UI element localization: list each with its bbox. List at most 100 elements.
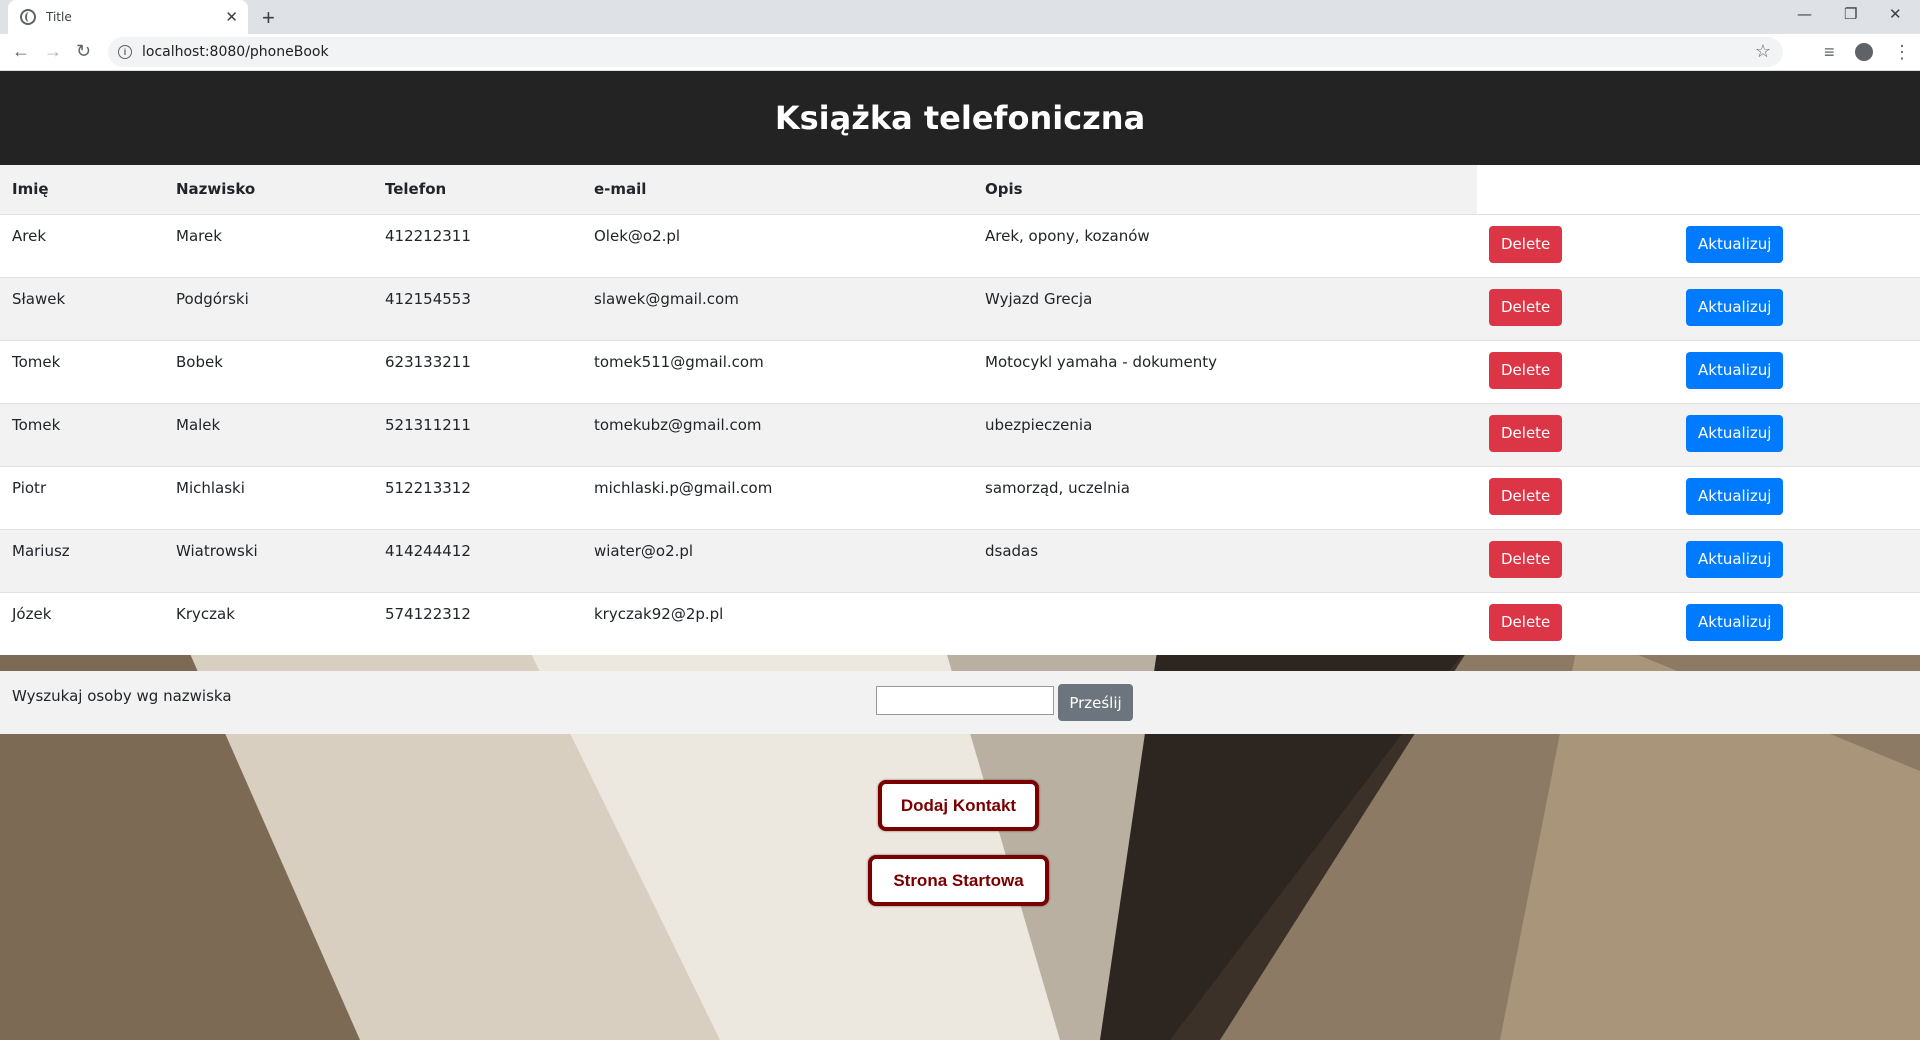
column-header-email: e-mail: [582, 165, 973, 215]
update-cell: Aktualizuj: [1674, 528, 1920, 592]
url-text: localhost:8080/phoneBook: [142, 44, 329, 60]
table-row: Arek Marek 412212311 Olek@o2.pl Arek, opony,…: [0, 213, 1920, 277]
tab-title: Title: [46, 10, 72, 24]
search-bar: Wyszukaj osoby wg nazwiska Prześlij: [0, 671, 1920, 734]
delete-cell: Delete: [1477, 528, 1674, 592]
delete-button[interactable]: Delete: [1489, 603, 1563, 641]
back-icon[interactable]: ←: [12, 41, 30, 62]
delete-button[interactable]: Delete: [1489, 540, 1563, 578]
search-input[interactable]: [876, 686, 1054, 715]
description-cell: samorząd, uczelnia: [973, 465, 1477, 529]
profile-icon[interactable]: [1855, 43, 1873, 61]
update-cell: Aktualizuj: [1674, 591, 1920, 655]
column-header-blank: [1674, 165, 1920, 215]
last-name-cell: Podgórski: [164, 276, 373, 340]
contacts-table: Imię Nazwisko Telefon e-mail Opis Arek Ma…: [0, 165, 1920, 655]
update-cell: Aktualizuj: [1674, 339, 1920, 403]
table-row: Tomek Bobek 623133211 tomek511@gmail.com Mot…: [0, 339, 1920, 403]
page: Książka telefoniczna Imię Nazwisko Telef…: [0, 71, 1920, 1040]
delete-button[interactable]: Delete: [1489, 225, 1563, 263]
delete-cell: Delete: [1477, 465, 1674, 529]
phone-cell: 412154553: [373, 276, 582, 340]
description-cell: [973, 591, 1477, 655]
update-button[interactable]: Aktualizuj: [1686, 540, 1784, 578]
reload-icon[interactable]: ↻: [76, 41, 91, 62]
page-header: Książka telefoniczna: [0, 71, 1920, 165]
table-header-row: Imię Nazwisko Telefon e-mail Opis: [0, 165, 1920, 215]
email-cell: kryczak92@2p.pl: [582, 591, 973, 655]
delete-button[interactable]: Delete: [1489, 288, 1563, 326]
column-header-description: Opis: [973, 165, 1477, 215]
close-tab-icon[interactable]: ✕: [225, 8, 238, 26]
browser-tab[interactable]: Title ✕: [8, 0, 248, 34]
update-button[interactable]: Aktualizuj: [1686, 414, 1784, 452]
table-row: Józek Kryczak 574122312 kryczak92@2p.pl Dele…: [0, 591, 1920, 655]
email-cell: slawek@gmail.com: [582, 276, 973, 340]
new-tab-icon[interactable]: +: [262, 5, 275, 31]
email-cell: wiater@o2.pl: [582, 528, 973, 592]
submit-search-button[interactable]: Prześlij: [1058, 684, 1133, 721]
first-name-cell: Józek: [0, 591, 164, 655]
update-cell: Aktualizuj: [1674, 213, 1920, 277]
phone-cell: 412212311: [373, 213, 582, 277]
table-row: Piotr Michlaski 512213312 michlaski.p@gmail…: [0, 465, 1920, 529]
address-bar[interactable]: i localhost:8080/phoneBook ☆: [108, 37, 1783, 67]
email-cell: tomek511@gmail.com: [582, 339, 973, 403]
last-name-cell: Wiatrowski: [164, 528, 373, 592]
email-cell: tomekubz@gmail.com: [582, 402, 973, 466]
first-name-cell: Arek: [0, 213, 164, 277]
update-cell: Aktualizuj: [1674, 402, 1920, 466]
description-cell: Arek, opony, kozanów: [973, 213, 1477, 277]
last-name-cell: Michlaski: [164, 465, 373, 529]
update-cell: Aktualizuj: [1674, 276, 1920, 340]
first-name-cell: Tomek: [0, 339, 164, 403]
column-header-blank: [1477, 165, 1674, 215]
description-cell: ubezpieczenia: [973, 402, 1477, 466]
phone-cell: 512213312: [373, 465, 582, 529]
update-button[interactable]: Aktualizuj: [1686, 351, 1784, 389]
update-button[interactable]: Aktualizuj: [1686, 477, 1784, 515]
description-cell: Motocykl yamaha - dokumenty: [973, 339, 1477, 403]
delete-cell: Delete: [1477, 213, 1674, 277]
tab-strip: Title ✕ + — ❐ ✕: [0, 0, 1920, 34]
search-label: Wyszukaj osoby wg nazwiska: [12, 687, 232, 705]
phone-cell: 414244412: [373, 528, 582, 592]
first-name-cell: Piotr: [0, 465, 164, 529]
restore-icon[interactable]: ❐: [1844, 5, 1857, 23]
globe-icon: [20, 9, 36, 25]
delete-cell: Delete: [1477, 591, 1674, 655]
description-cell: dsadas: [973, 528, 1477, 592]
info-icon[interactable]: i: [118, 45, 132, 59]
first-name-cell: Sławek: [0, 276, 164, 340]
delete-button[interactable]: Delete: [1489, 414, 1563, 452]
delete-button[interactable]: Delete: [1489, 477, 1563, 515]
last-name-cell: Marek: [164, 213, 373, 277]
minimize-icon[interactable]: —: [1797, 5, 1812, 23]
last-name-cell: Malek: [164, 402, 373, 466]
table-row: Mariusz Wiatrowski 414244412 wiater@o2.pl ds…: [0, 528, 1920, 592]
delete-cell: Delete: [1477, 276, 1674, 340]
menu-icon[interactable]: ⋮: [1893, 42, 1911, 63]
delete-button[interactable]: Delete: [1489, 351, 1563, 389]
reading-list-icon[interactable]: ≡: [1824, 42, 1835, 63]
update-button[interactable]: Aktualizuj: [1686, 225, 1784, 263]
page-title: Książka telefoniczna: [774, 99, 1146, 137]
update-button[interactable]: Aktualizuj: [1686, 603, 1784, 641]
home-page-button[interactable]: Strona Startowa: [868, 855, 1049, 906]
close-window-icon[interactable]: ✕: [1889, 5, 1902, 23]
email-cell: Olek@o2.pl: [582, 213, 973, 277]
phone-cell: 521311211: [373, 402, 582, 466]
browser-toolbar: ← → ↻ i localhost:8080/phoneBook ☆ ≡ ⋮: [0, 34, 1920, 71]
update-cell: Aktualizuj: [1674, 465, 1920, 529]
update-button[interactable]: Aktualizuj: [1686, 288, 1784, 326]
description-cell: Wyjazd Grecja: [973, 276, 1477, 340]
forward-icon[interactable]: →: [44, 41, 62, 62]
add-contact-button[interactable]: Dodaj Kontakt: [878, 780, 1039, 831]
email-cell: michlaski.p@gmail.com: [582, 465, 973, 529]
column-header-phone: Telefon: [373, 165, 582, 215]
table-row: Tomek Malek 521311211 tomekubz@gmail.com ube…: [0, 402, 1920, 466]
column-header-first-name: Imię: [0, 165, 164, 215]
bookmark-star-icon[interactable]: ☆: [1755, 41, 1771, 62]
first-name-cell: Tomek: [0, 402, 164, 466]
column-header-last-name: Nazwisko: [164, 165, 373, 215]
